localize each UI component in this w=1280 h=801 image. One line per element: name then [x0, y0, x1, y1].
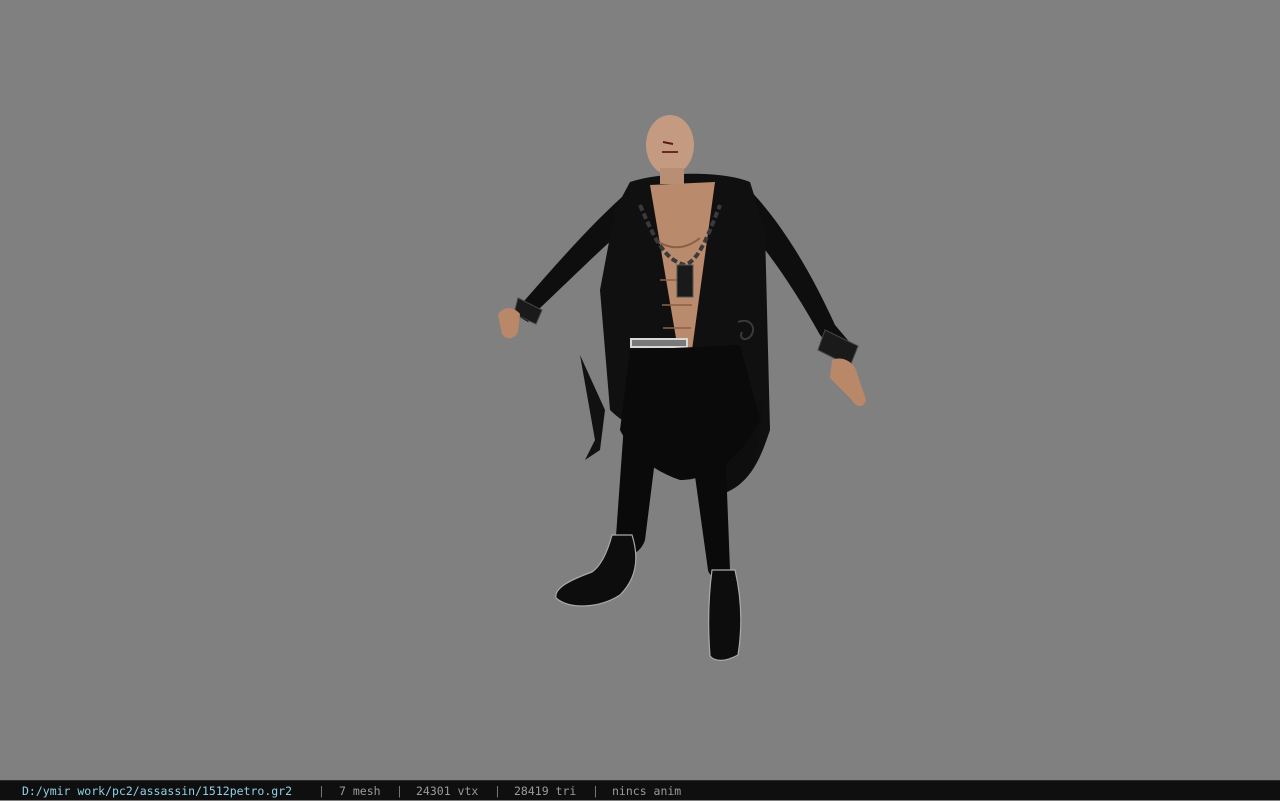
triangle-count-text: 28419 tri: [514, 784, 577, 798]
separator: |: [592, 784, 599, 798]
animation-status-text: nincs anim: [612, 784, 682, 798]
separator: |: [494, 784, 501, 798]
vertex-count-text: 24301 vtx: [416, 784, 479, 798]
character-model: [498, 115, 866, 661]
separator: |: [396, 784, 403, 798]
separator: |: [318, 784, 325, 798]
status-bar: D:/ymir work/pc2/assassin/1512petro.gr2 …: [0, 780, 1280, 800]
mesh-count-text: 7 mesh: [339, 784, 381, 798]
file-path-text: D:/ymir work/pc2/assassin/1512petro.gr2: [22, 784, 293, 798]
3d-viewport[interactable]: [0, 0, 1280, 780]
